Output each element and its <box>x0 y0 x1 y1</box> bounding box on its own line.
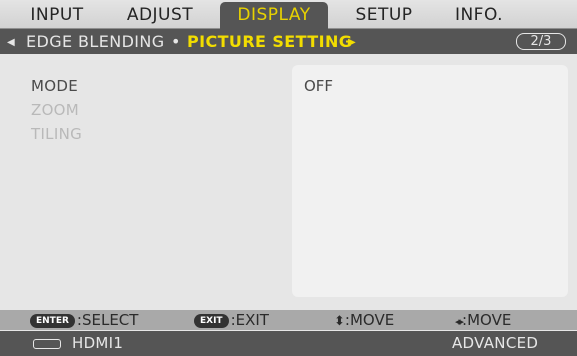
menu-item-mode[interactable]: MODE <box>31 77 78 95</box>
previous-page-arrow[interactable]: ◀ <box>7 29 15 54</box>
tab-display[interactable]: DISPLAY <box>220 2 328 29</box>
status-bar: HDMI1 ADVANCED <box>0 331 577 356</box>
move-vertical-label: :MOVE <box>344 311 395 329</box>
submenu-breadcrumb-bar: ◀ EDGE BLENDING • PICTURE SETTING ▶ 2/3 <box>0 29 577 54</box>
guide-exit: EXIT:EXIT <box>194 310 269 330</box>
main-tab-bar: INPUT ADJUST DISPLAY SETUP INFO. <box>0 0 577 29</box>
value-panel: OFF <box>292 65 568 297</box>
exit-key-icon: EXIT <box>194 314 229 328</box>
enter-key-icon: ENTER <box>30 314 75 328</box>
key-guide-bar: ENTER:SELECT EXIT:EXIT ⬍:MOVE ◂▸:MOVE <box>0 310 577 330</box>
tab-input[interactable]: INPUT <box>24 2 90 28</box>
tab-info[interactable]: INFO. <box>448 2 510 28</box>
left-right-arrows-icon: ◂▸ <box>455 315 464 328</box>
guide-move-vertical: ⬍:MOVE <box>334 310 394 330</box>
current-input: HDMI1 <box>72 334 124 352</box>
guide-move-horizontal: ◂▸:MOVE <box>455 310 511 330</box>
move-horizontal-label: :MOVE <box>462 311 512 329</box>
breadcrumb-current: PICTURE SETTING <box>187 32 353 51</box>
menu-item-zoom: ZOOM <box>31 101 80 119</box>
projector-osd-menu: INPUT ADJUST DISPLAY SETUP INFO. ◀ EDGE … <box>0 0 577 356</box>
next-page-arrow[interactable]: ▶ <box>348 29 356 54</box>
tab-setup[interactable]: SETUP <box>348 2 420 28</box>
mode-value[interactable]: OFF <box>304 77 333 95</box>
breadcrumb-previous[interactable]: EDGE BLENDING <box>26 29 165 54</box>
exit-action-label: :EXIT <box>230 311 269 329</box>
page-indicator: 2/3 <box>516 33 566 50</box>
menu-mode: ADVANCED <box>452 334 539 352</box>
menu-item-tiling: TILING <box>31 125 83 143</box>
breadcrumb-separator: • <box>171 32 181 51</box>
tab-adjust[interactable]: ADJUST <box>120 2 200 28</box>
guide-enter-select: ENTER:SELECT <box>30 310 138 330</box>
hdmi-port-icon <box>33 339 61 349</box>
enter-action-label: :SELECT <box>76 311 139 329</box>
up-down-arrows-icon: ⬍ <box>334 314 345 329</box>
